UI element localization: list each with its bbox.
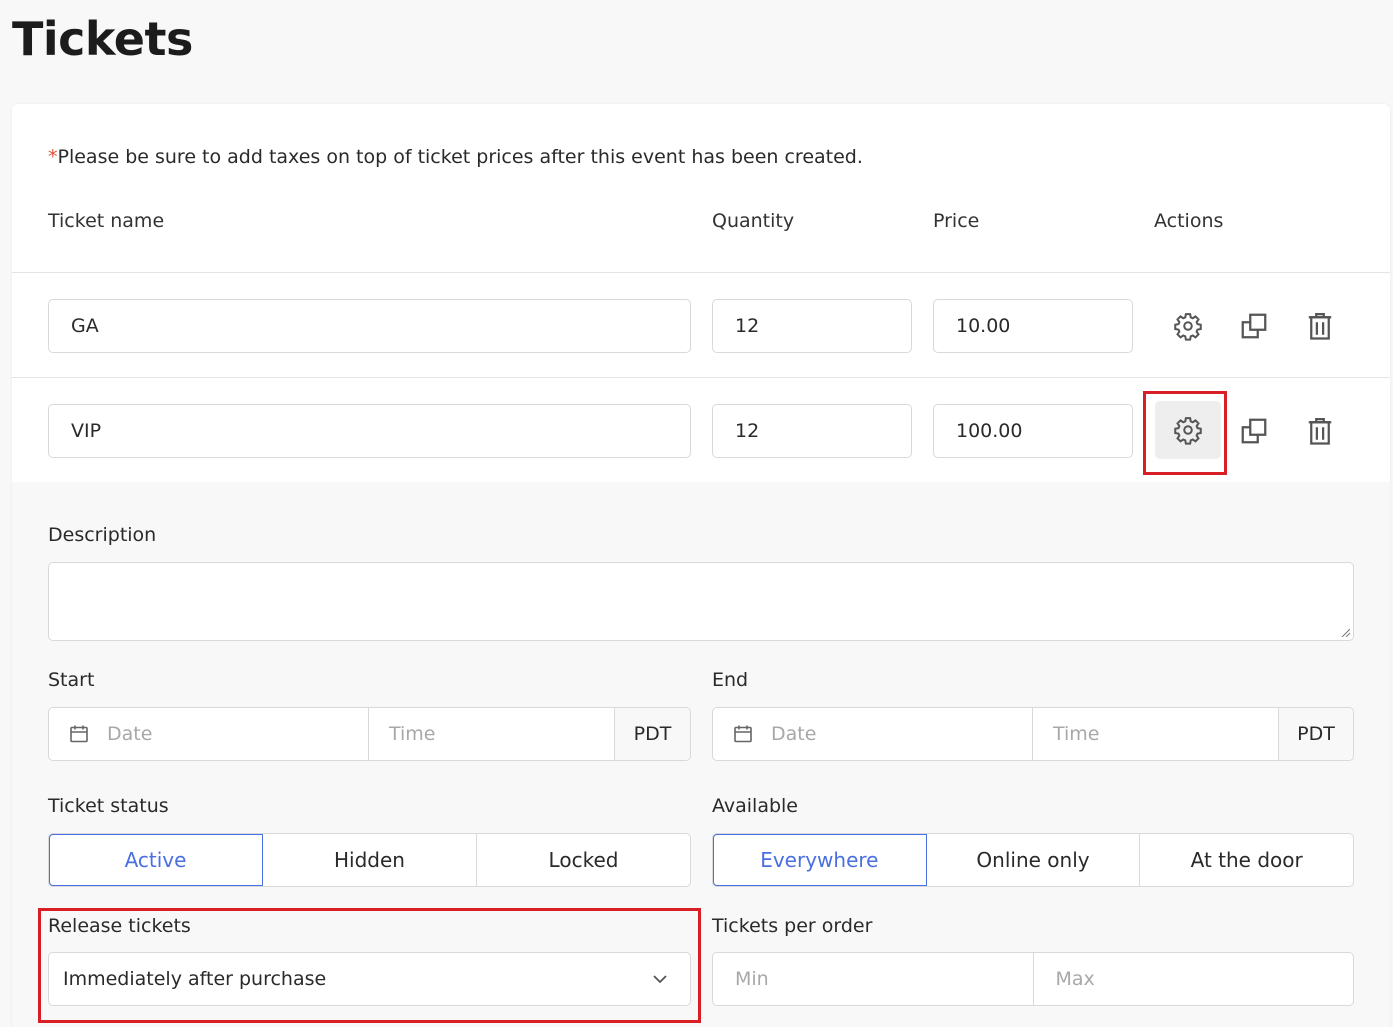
gear-icon <box>1174 313 1202 341</box>
description-textarea[interactable] <box>48 562 1354 641</box>
release-tickets-label: Release tickets <box>48 915 191 937</box>
end-timezone: PDT <box>1279 708 1353 760</box>
ticket-status-label: Ticket status <box>48 795 169 817</box>
ticket-settings-button[interactable] <box>1155 401 1221 459</box>
release-tickets-select[interactable]: Immediately after purchase <box>48 952 691 1006</box>
row-divider <box>12 377 1390 378</box>
ticket-delete-button[interactable] <box>1297 408 1343 454</box>
resize-handle-icon[interactable] <box>1340 627 1350 637</box>
available-toggle: Everywhere Online only At the door <box>712 833 1354 887</box>
end-date-input[interactable]: Date <box>713 708 1033 760</box>
available-door-option[interactable]: At the door <box>1140 834 1353 886</box>
start-timezone: PDT <box>615 708 690 760</box>
ticket-quantity-input[interactable]: 12 <box>712 404 912 458</box>
ticket-settings-button[interactable] <box>1165 303 1211 349</box>
end-label: End <box>712 669 749 691</box>
chevron-down-icon <box>653 975 667 984</box>
max-per-order-input[interactable]: Max <box>1034 953 1354 1005</box>
column-header-actions: Actions <box>1154 210 1224 232</box>
tickets-card: *Please be sure to add taxes on top of t… <box>12 104 1390 1027</box>
trash-icon <box>1308 313 1332 340</box>
tickets-per-order-group: Min Max <box>712 952 1354 1006</box>
end-time-input[interactable]: Time <box>1033 708 1279 760</box>
min-per-order-input[interactable]: Min <box>713 953 1034 1005</box>
tickets-per-order-label: Tickets per order <box>712 915 873 937</box>
ticket-price-input[interactable]: 10.00 <box>933 299 1133 353</box>
release-tickets-value: Immediately after purchase <box>63 968 327 990</box>
column-header-price: Price <box>933 210 980 232</box>
ticket-name-input[interactable]: VIP <box>48 404 691 458</box>
ticket-delete-button[interactable] <box>1297 303 1343 349</box>
ticket-name-input[interactable]: GA <box>48 299 691 353</box>
start-label: Start <box>48 669 95 691</box>
column-header-name: Ticket name <box>48 210 165 232</box>
ticket-duplicate-button[interactable] <box>1231 303 1277 349</box>
calendar-icon <box>734 725 752 743</box>
copy-icon <box>1241 313 1267 339</box>
available-label: Available <box>712 795 799 817</box>
start-time-placeholder: Time <box>389 723 436 745</box>
trash-icon <box>1308 418 1332 445</box>
required-asterisk: * <box>48 146 58 168</box>
start-date-input[interactable]: Date <box>49 708 369 760</box>
ticket-settings-panel: Description Start Date Time PDT End Date… <box>12 482 1390 1027</box>
ticket-quantity-input[interactable]: 12 <box>712 299 912 353</box>
ticket-price-input[interactable]: 100.00 <box>933 404 1133 458</box>
end-datetime-group: Date Time PDT <box>712 707 1354 761</box>
header-divider <box>12 272 1390 273</box>
status-hidden-option[interactable]: Hidden <box>263 834 477 886</box>
start-datetime-group: Date Time PDT <box>48 707 691 761</box>
end-date-placeholder: Date <box>771 723 817 745</box>
ticket-status-toggle: Active Hidden Locked <box>48 833 691 887</box>
tax-notice: *Please be sure to add taxes on top of t… <box>48 146 863 168</box>
tax-notice-text: Please be sure to add taxes on top of ti… <box>57 146 863 168</box>
status-locked-option[interactable]: Locked <box>477 834 690 886</box>
end-time-placeholder: Time <box>1053 723 1100 745</box>
ticket-duplicate-button[interactable] <box>1231 408 1277 454</box>
available-online-option[interactable]: Online only <box>927 834 1141 886</box>
gear-icon <box>1174 417 1202 445</box>
status-active-option[interactable]: Active <box>49 834 263 886</box>
start-date-placeholder: Date <box>107 723 153 745</box>
available-everywhere-option[interactable]: Everywhere <box>713 834 927 886</box>
description-label: Description <box>48 524 157 546</box>
page-title: Tickets <box>12 12 193 66</box>
copy-icon <box>1241 418 1267 444</box>
column-header-quantity: Quantity <box>712 210 795 232</box>
start-time-input[interactable]: Time <box>369 708 615 760</box>
calendar-icon <box>70 725 88 743</box>
